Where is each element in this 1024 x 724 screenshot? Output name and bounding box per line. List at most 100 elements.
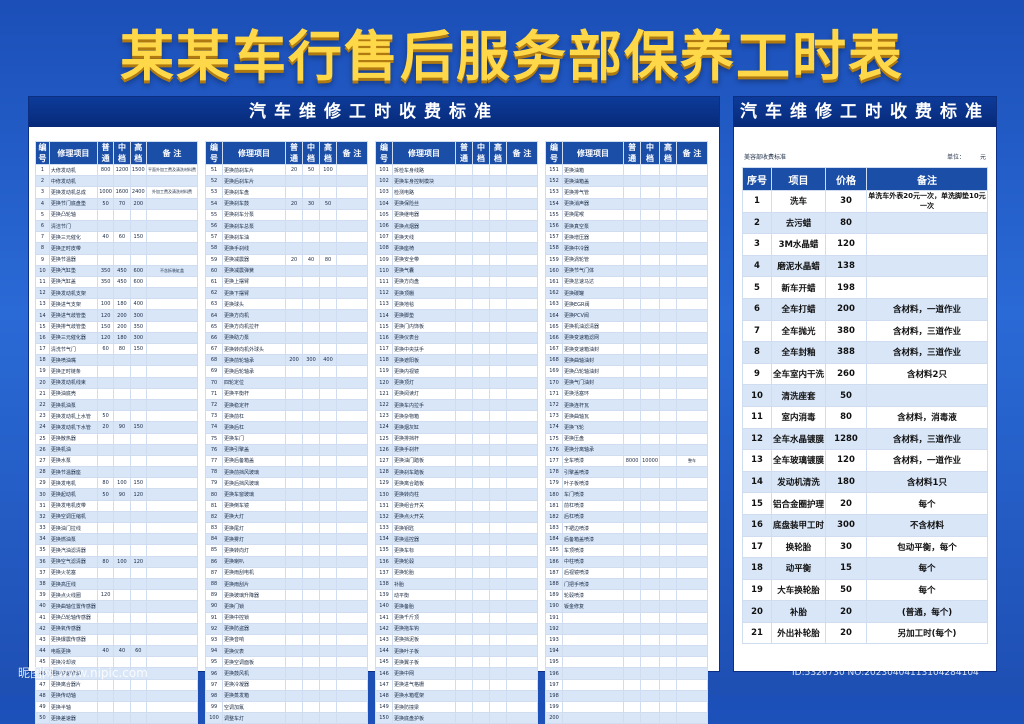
table-row: 104 更换保险丝 bbox=[375, 197, 538, 210]
table-cell bbox=[676, 175, 708, 188]
column-header: 备 注 bbox=[145, 141, 199, 165]
table-cell: 148 bbox=[375, 689, 393, 703]
table-row: 173 更换曲轴瓦 bbox=[545, 410, 708, 423]
table-cell bbox=[506, 432, 538, 445]
table-cell bbox=[285, 443, 303, 456]
table-cell bbox=[623, 376, 642, 389]
table-cell: 116 bbox=[375, 331, 393, 345]
table-cell bbox=[336, 163, 368, 177]
table-cell: 90 bbox=[113, 488, 131, 501]
table-row: 109 更换安全带 bbox=[375, 253, 538, 266]
price-table: 编号 修理项目 普通 中档 高档备 注 101 拆检车身线路 102 更换车身控制模块 103 检测… bbox=[375, 141, 538, 724]
table-cell: 全车水晶镀膜 bbox=[770, 427, 827, 451]
table-cell: 118 bbox=[375, 354, 393, 367]
table-cell bbox=[506, 376, 538, 389]
table-cell bbox=[285, 533, 303, 546]
table-cell: 81 bbox=[205, 499, 223, 512]
table-cell: 更换转向机外球头 bbox=[222, 342, 286, 356]
table-cell: 更换半轴 bbox=[48, 700, 98, 714]
table-cell: 更换后备箱盖 bbox=[222, 454, 286, 468]
table-cell bbox=[472, 421, 490, 434]
table-cell bbox=[113, 175, 131, 188]
table-cell bbox=[96, 354, 115, 367]
table-cell: 56 bbox=[205, 219, 223, 233]
table-cell: 30 bbox=[35, 488, 50, 501]
table-row: 15 铝合金圈护理 20 每个 bbox=[742, 492, 988, 515]
table-row: 188 门把手喷漆 bbox=[545, 577, 708, 591]
table-row: 137 更换轮胎 bbox=[375, 566, 538, 579]
table-cell: 96 bbox=[205, 667, 223, 680]
table-cell: 169 bbox=[545, 365, 563, 378]
table-cell: 更换刹车总泵 bbox=[222, 219, 286, 233]
table-cell: 更换钥匙 bbox=[392, 521, 456, 535]
table-cell: 轮毂喷漆 bbox=[561, 589, 625, 602]
table-cell bbox=[472, 354, 490, 367]
table-cell bbox=[129, 633, 147, 647]
table-cell bbox=[506, 454, 538, 468]
table-cell: 1280 bbox=[825, 427, 868, 451]
table-cell bbox=[319, 376, 337, 389]
table-cell bbox=[640, 163, 660, 177]
table-cell bbox=[472, 600, 490, 613]
table-cell: 28 bbox=[35, 466, 50, 479]
table-cell bbox=[640, 611, 660, 624]
table-row: 27 更换水泵 bbox=[35, 454, 199, 468]
table-cell bbox=[145, 309, 199, 322]
table-cell bbox=[472, 533, 490, 546]
table-cell: 300 bbox=[302, 354, 320, 367]
table-cell bbox=[302, 521, 320, 535]
table-cell: 更换油门拉线 bbox=[48, 521, 98, 535]
table-cell bbox=[129, 365, 147, 378]
table-row: 4 磨泥水晶蜡 138 bbox=[742, 254, 988, 278]
table-cell bbox=[489, 589, 507, 602]
right-sub-left: 美容部收费标准 bbox=[744, 153, 787, 161]
table-cell: 105 bbox=[375, 208, 393, 221]
table-cell bbox=[659, 533, 677, 546]
table-cell: 152 bbox=[545, 175, 563, 188]
table-cell bbox=[455, 521, 473, 535]
table-cell: 更换车门 bbox=[222, 432, 286, 445]
table-cell: 后视镜喷漆 bbox=[561, 566, 625, 579]
table-cell bbox=[113, 566, 131, 579]
table-row: 28 更换节温器座 bbox=[35, 466, 199, 479]
table-cell bbox=[455, 499, 473, 512]
table-cell bbox=[659, 231, 677, 244]
left-panel: 汽车维修工时收费标准 编号 修理项目 普通 中档 高档备 注 1 大修发动机 800 1200 1… bbox=[28, 96, 720, 724]
table-cell: 188 bbox=[545, 577, 563, 591]
table-cell bbox=[640, 622, 660, 635]
table-cell bbox=[489, 555, 507, 568]
table-cell bbox=[145, 219, 199, 233]
table-cell bbox=[285, 689, 303, 703]
table-cell bbox=[319, 600, 337, 613]
table-cell bbox=[129, 376, 147, 389]
table-cell: 更换烟灰缸 bbox=[392, 421, 456, 434]
table-cell: 71 bbox=[205, 387, 223, 400]
table-cell bbox=[113, 544, 131, 557]
table-cell bbox=[472, 186, 490, 199]
table-row: 2 中修发动机 bbox=[35, 175, 199, 188]
table-cell bbox=[336, 242, 368, 255]
table-row: 30 更换起动机 50 90 120 bbox=[35, 488, 199, 501]
table-cell: 120 bbox=[96, 331, 115, 345]
table-cell bbox=[302, 600, 320, 613]
table-cell: 更换翼子板 bbox=[392, 656, 456, 669]
table-cell: 24 bbox=[35, 421, 50, 434]
table-row: 73 更换前杠 bbox=[205, 410, 368, 423]
column-header: 修理项目 bbox=[222, 141, 286, 165]
table-cell bbox=[302, 298, 320, 311]
table-cell bbox=[472, 656, 490, 669]
table-cell: 更换增压器 bbox=[561, 231, 625, 244]
table-cell: 更换凸轮轴 bbox=[48, 208, 98, 221]
table-cell: 179 bbox=[545, 477, 563, 490]
table-cell bbox=[659, 667, 677, 680]
table-cell bbox=[129, 454, 147, 468]
table-cell bbox=[285, 298, 303, 311]
table-cell: 16 bbox=[742, 513, 772, 537]
table-cell bbox=[506, 197, 538, 210]
table-cell: 更换PCV阀 bbox=[561, 309, 625, 322]
table-cell bbox=[302, 421, 320, 434]
table-cell bbox=[506, 298, 538, 311]
table-row: 199 bbox=[545, 700, 708, 714]
table-cell: 49 bbox=[35, 700, 50, 714]
table-cell bbox=[472, 287, 490, 300]
